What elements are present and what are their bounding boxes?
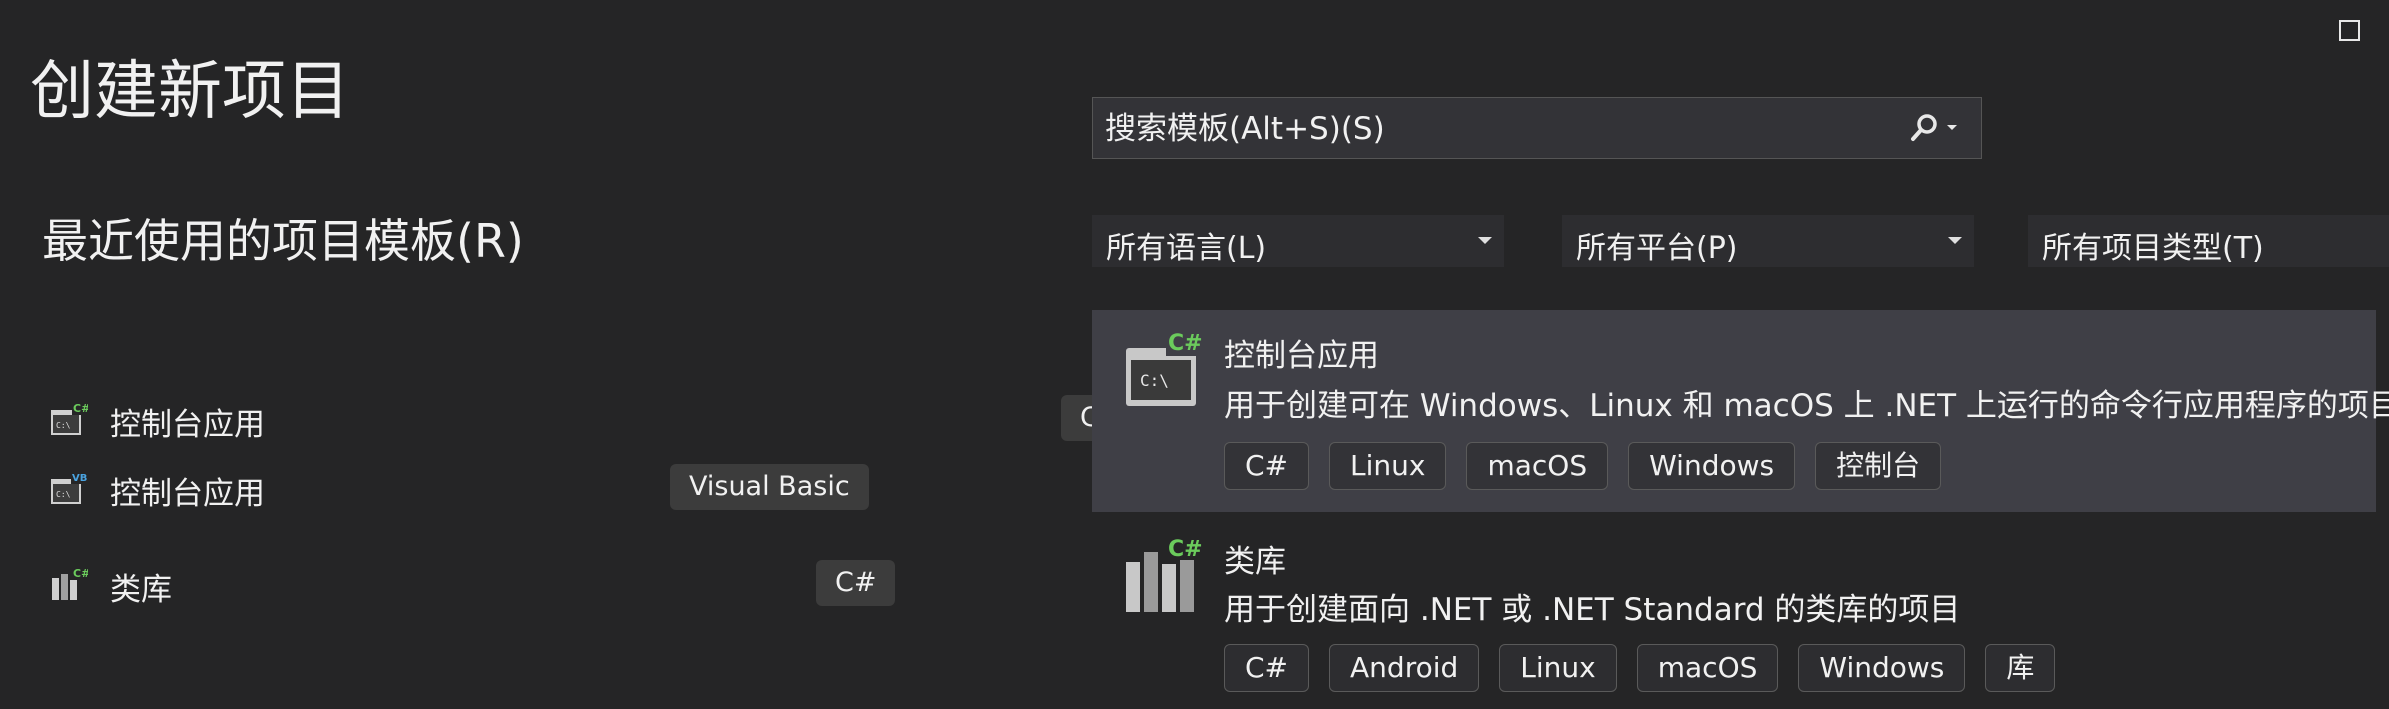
template-item-class-library[interactable]: C# 类库 用于创建面向 .NET 或 .NET Standard 的类库的项目… <box>1092 512 2376 709</box>
svg-text:C:\: C:\ <box>56 490 71 499</box>
recent-item-class-library-csharp[interactable]: C# 类库 C# <box>30 544 896 624</box>
template-tag: 控制台 <box>1815 442 1942 490</box>
recent-item-label: 类库 <box>110 572 172 608</box>
template-description: 用于创建可在 Windows、Linux 和 macOS 上 .NET 上运行的… <box>1224 388 2389 424</box>
project-type-filter-value: 所有项目类型(T) <box>2042 231 2264 266</box>
template-tag: Linux <box>1329 442 1447 490</box>
language-filter-value: 所有语言(L) <box>1106 231 1267 266</box>
search-input[interactable] <box>1093 98 1907 160</box>
svg-text:C#: C# <box>73 402 88 415</box>
recent-item-tag: Visual Basic <box>670 464 869 510</box>
svg-text:C#: C# <box>1168 331 1202 356</box>
maximize-icon[interactable] <box>2339 20 2360 41</box>
template-tag: Linux <box>1499 644 1617 692</box>
template-tag: C# <box>1224 442 1310 490</box>
chevron-down-icon <box>1478 237 1492 244</box>
console-vb-icon: C:\ VB <box>51 470 88 504</box>
search-icon[interactable] <box>1909 112 1961 144</box>
recent-item-console-csharp[interactable]: C:\ C# 控制台应用 C# <box>30 379 1141 459</box>
template-tag: Windows <box>1628 442 1796 490</box>
template-tag: 库 <box>1985 644 2056 692</box>
class-library-icon: C# <box>1126 534 1202 612</box>
chevron-down-icon <box>1947 125 1957 130</box>
project-type-filter-dropdown[interactable]: 所有项目类型(T) <box>2028 215 2389 267</box>
template-tag: macOS <box>1466 442 1609 490</box>
recent-templates-heading: 最近使用的项目模板(R) <box>42 214 524 268</box>
template-tag: Android <box>1329 644 1480 692</box>
template-tags: C# Linux macOS Windows 控制台 <box>1224 442 1942 490</box>
template-tag: C# <box>1224 644 1310 692</box>
platform-filter-value: 所有平台(P) <box>1576 231 1738 266</box>
template-name: 控制台应用 <box>1224 338 1379 374</box>
svg-text:C#: C# <box>1168 537 1202 562</box>
chevron-down-icon <box>1948 237 1962 244</box>
platform-filter-dropdown[interactable]: 所有平台(P) <box>1562 215 1974 267</box>
template-tags: C# Android Linux macOS Windows 库 <box>1224 644 2056 692</box>
template-search-box[interactable] <box>1092 97 1982 160</box>
template-tag: macOS <box>1636 644 1779 692</box>
svg-text:C#: C# <box>73 567 88 580</box>
recent-item-console-vb[interactable]: C:\ VB 控制台应用 Visual Basic <box>30 448 870 528</box>
template-item-console-app[interactable]: C:\ C# 控制台应用 用于创建可在 Windows、Linux 和 macO… <box>1092 310 2389 512</box>
template-name: 类库 <box>1224 544 1286 580</box>
svg-text:C:\: C:\ <box>1140 371 1169 390</box>
template-tag: Windows <box>1798 644 1966 692</box>
page-title: 创建新项目 <box>30 55 350 129</box>
svg-text:VB: VB <box>72 473 87 484</box>
template-description: 用于创建面向 .NET 或 .NET Standard 的类库的项目 <box>1224 592 1961 628</box>
language-filter-dropdown[interactable]: 所有语言(L) <box>1092 215 1504 267</box>
svg-text:C:\: C:\ <box>56 421 71 430</box>
console-csharp-icon: C:\ C# <box>51 401 88 435</box>
console-app-icon: C:\ C# <box>1126 328 1202 406</box>
class-library-csharp-icon: C# <box>52 566 88 600</box>
recent-item-tag: C# <box>816 560 896 606</box>
recent-item-label: 控制台应用 <box>110 407 265 443</box>
recent-item-label: 控制台应用 <box>110 476 265 512</box>
